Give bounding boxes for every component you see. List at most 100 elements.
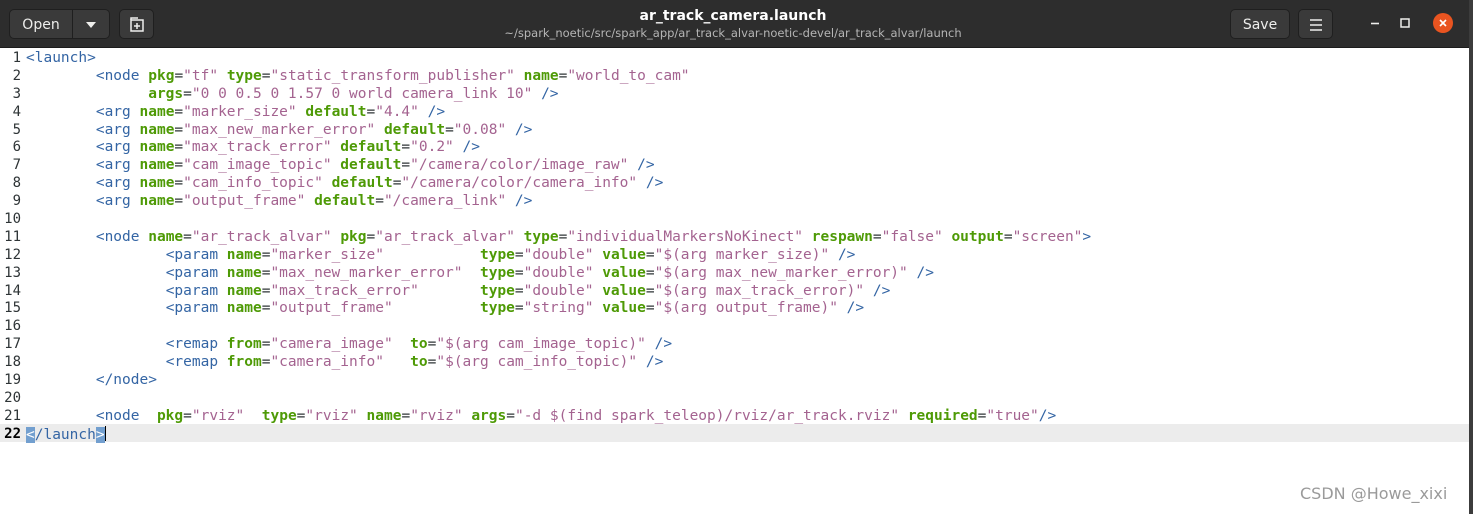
code-line[interactable]: 14 <param name="max_track_error" type="d… bbox=[0, 283, 1469, 301]
code-text: <arg name="max_track_error" default="0.2… bbox=[26, 139, 480, 157]
xml-tag: /> bbox=[514, 193, 533, 210]
code-line[interactable]: 8 <arg name="cam_info_topic" default="/c… bbox=[0, 175, 1469, 193]
code-plain bbox=[26, 157, 96, 173]
xml-tag: <arg bbox=[95, 139, 140, 156]
code-plain bbox=[26, 354, 166, 370]
code-line[interactable]: 11 <node name="ar_track_alvar" pkg="ar_t… bbox=[0, 229, 1469, 247]
line-number: 3 bbox=[12, 85, 21, 102]
line-number: 8 bbox=[12, 175, 21, 192]
code-plain bbox=[463, 408, 472, 424]
code-line[interactable]: 4 <arg name="marker_size" default="4.4" … bbox=[0, 104, 1469, 122]
text-editor[interactable]: 1 <launch> 2 <node pkg="tf" type="static_t… bbox=[0, 48, 1469, 514]
code-line[interactable]: 6 <arg name="max_track_error" default="0… bbox=[0, 139, 1469, 157]
header-bar: Open ar_track_camera.launch ~/spark_noet… bbox=[0, 0, 1469, 48]
code-plain bbox=[393, 336, 410, 352]
xml-attribute: value bbox=[602, 282, 646, 299]
code-text: <arg name="cam_image_topic" default="/ca… bbox=[26, 157, 655, 175]
code-plain bbox=[26, 265, 166, 281]
xml-value: "double" bbox=[523, 282, 594, 299]
code-plain bbox=[532, 86, 541, 102]
xml-tag: <param bbox=[165, 264, 227, 281]
code-line[interactable]: 7 <arg name="cam_image_topic" default="/… bbox=[0, 157, 1469, 175]
xml-value: "ar_track_alvar" bbox=[191, 228, 332, 245]
line-number: 4 bbox=[12, 103, 21, 120]
code-line[interactable]: 1 <launch> bbox=[0, 50, 1469, 68]
code-plain: = bbox=[645, 282, 655, 299]
code-plain bbox=[26, 283, 166, 299]
xml-attribute: args bbox=[471, 407, 507, 424]
xml-value: "cam_info_topic" bbox=[183, 175, 323, 192]
code-line[interactable]: 17 <remap from="camera_image" to="$(arg … bbox=[0, 336, 1469, 354]
code-plain: = bbox=[558, 67, 568, 84]
xml-tag: /> bbox=[1038, 407, 1057, 424]
code-line[interactable]: 20 bbox=[0, 390, 1469, 408]
line-number: 19 bbox=[4, 372, 21, 389]
xml-tag: <node bbox=[95, 228, 149, 245]
code-plain bbox=[384, 247, 480, 263]
code-line[interactable]: 18 <remap from="camera_info" to="$(arg c… bbox=[0, 354, 1469, 372]
xml-value: "double" bbox=[523, 264, 594, 281]
xml-tag: <remap bbox=[165, 354, 227, 371]
code-plain bbox=[419, 104, 428, 120]
xml-attribute: pkg bbox=[148, 67, 175, 84]
xml-attribute: name bbox=[366, 407, 402, 424]
maximize-button[interactable] bbox=[1394, 12, 1416, 34]
code-text: <arg name="marker_size" default="4.4" /> bbox=[26, 104, 445, 122]
close-icon bbox=[1439, 19, 1447, 27]
code-plain bbox=[244, 408, 261, 424]
new-tab-button[interactable] bbox=[119, 9, 154, 39]
code-plain: = bbox=[506, 407, 515, 424]
code-plain bbox=[864, 283, 873, 299]
open-button[interactable]: Open bbox=[9, 9, 73, 39]
xml-attribute: default bbox=[340, 157, 402, 174]
code-plain bbox=[358, 408, 367, 424]
code-line[interactable]: 21 <node pkg="rviz" type="rviz" name="rv… bbox=[0, 408, 1469, 426]
code-plain bbox=[26, 68, 96, 84]
xml-attribute: name bbox=[226, 282, 262, 299]
xml-value: "camera_info" bbox=[270, 354, 384, 371]
code-line[interactable]: 3 args="0 0 0.5 0 1.57 0 world camera_li… bbox=[0, 86, 1469, 104]
xml-attribute: value bbox=[602, 264, 646, 281]
code-plain: = bbox=[514, 264, 524, 281]
xml-value: "0.2" bbox=[410, 139, 454, 156]
xml-attribute: type bbox=[479, 246, 515, 263]
minimize-button[interactable] bbox=[1364, 12, 1386, 34]
code-line[interactable]: 16 bbox=[0, 318, 1469, 336]
chevron-down-icon bbox=[86, 22, 96, 28]
code-line[interactable]: 13 <param name = "max_new_marker_error" ty… bbox=[0, 265, 1469, 283]
xml-tag: /> bbox=[645, 354, 664, 371]
open-menu-button[interactable] bbox=[73, 9, 110, 39]
code-plain: = bbox=[366, 228, 376, 245]
close-button[interactable] bbox=[1433, 13, 1453, 33]
code-plain bbox=[26, 229, 96, 245]
xml-value: "tf" bbox=[183, 67, 219, 84]
xml-attribute: name bbox=[139, 103, 175, 120]
code-line[interactable]: 19 </node> bbox=[0, 372, 1469, 390]
save-button[interactable]: Save bbox=[1230, 9, 1290, 39]
code-text: <remap from="camera_image" to="$(arg cam… bbox=[26, 336, 672, 354]
code-plain: = bbox=[174, 67, 184, 84]
code-line[interactable]: 5 <arg name="max_new_marker_error" defau… bbox=[0, 122, 1469, 140]
code-line[interactable]: 2 <node pkg="tf" type="static_transform_… bbox=[0, 68, 1469, 86]
code-plain bbox=[628, 157, 637, 173]
code-plain bbox=[506, 193, 515, 209]
code-line[interactable]: 10 bbox=[0, 211, 1469, 229]
xml-attribute: to bbox=[410, 354, 428, 371]
code-plain bbox=[26, 336, 166, 352]
code-text: <node name="ar_track_alvar" pkg="ar_trac… bbox=[26, 229, 1091, 247]
code-area[interactable]: 1 <launch> 2 <node pkg="tf" type="static_t… bbox=[0, 50, 1469, 444]
code-line[interactable]: 22 </launch> bbox=[0, 425, 1469, 444]
code-line[interactable]: 9 <arg name="output_frame" default="/cam… bbox=[0, 193, 1469, 211]
xml-value: "output_frame" bbox=[270, 300, 393, 317]
xml-attribute: default bbox=[383, 121, 446, 138]
code-line[interactable]: 15 <param name="output_frame" type="stri… bbox=[0, 300, 1469, 318]
code-line[interactable]: 12 <param name="marker_size" type="doubl… bbox=[0, 247, 1469, 265]
bracket-match-highlight: > bbox=[95, 426, 105, 443]
xml-attribute: output bbox=[951, 228, 1004, 245]
xml-value: "cam_image_topic" bbox=[183, 157, 332, 174]
xml-tag: /> bbox=[427, 103, 446, 120]
line-number: 17 bbox=[4, 336, 21, 353]
menu-button[interactable] bbox=[1298, 9, 1333, 39]
xml-tag: /> bbox=[541, 85, 559, 102]
code-plain bbox=[515, 229, 524, 245]
